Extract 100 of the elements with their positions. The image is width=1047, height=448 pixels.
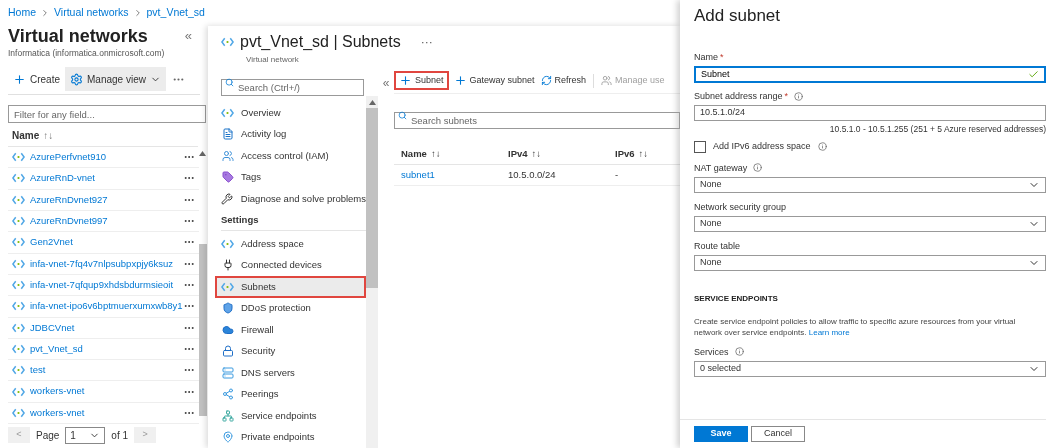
- column-header[interactable]: Name: [12, 128, 40, 143]
- blade-title: pvt_Vnet_sd | Subnets: [240, 32, 401, 52]
- toolbar-button[interactable]: Manage view: [65, 67, 166, 91]
- plus-icon: [399, 74, 412, 87]
- endpoint-icon: [221, 409, 234, 422]
- cloud-icon: [221, 323, 234, 336]
- menu-item[interactable]: Access control (IAM): [215, 145, 366, 167]
- menu-item[interactable]: Address space: [215, 233, 366, 255]
- scroll-up-icon[interactable]: [368, 100, 376, 105]
- vnet-icon: [12, 152, 25, 163]
- filter-field[interactable]: Filter for any field...: [8, 105, 206, 123]
- people-icon: [221, 149, 234, 162]
- menu-item[interactable]: Overview: [215, 102, 366, 124]
- network-link[interactable]: JDBCVnet: [30, 320, 183, 335]
- menu-item[interactable]: Private endpoints: [215, 426, 366, 448]
- required-mark: *: [720, 51, 724, 63]
- network-link[interactable]: AzureRnDvnet927: [30, 192, 183, 207]
- learn-more-link[interactable]: Learn more: [808, 327, 850, 337]
- network-link[interactable]: workers-vnet: [30, 405, 183, 421]
- menu-item[interactable]: Tags: [215, 166, 366, 188]
- vnet-icon: [12, 216, 25, 227]
- breadcrumb-link[interactable]: pvt_Vnet_sd: [146, 5, 205, 21]
- network-link[interactable]: test: [30, 363, 183, 378]
- network-link[interactable]: infa-vnet-7qfqup9xhdsbdurmsieoit: [30, 277, 183, 293]
- address-range-field[interactable]: 10.5.1.0/24: [694, 105, 1046, 121]
- network-link[interactable]: AzureRnDvnet997: [30, 213, 183, 229]
- toolbar-button[interactable]: Refresh: [537, 71, 590, 90]
- menu-item[interactable]: Peerings: [215, 383, 366, 405]
- field-label: Route table: [694, 239, 741, 252]
- field-label: Network security group: [694, 200, 787, 213]
- network-link[interactable]: infa-vnet-ipo6v6bptmuerxumxwb8y1: [30, 299, 183, 314]
- column-header[interactable]: Name: [401, 147, 427, 162]
- address-range-hint: 10.5.1.0 - 10.5.1.255 (251 + 5 Azure reserved addresses): [829, 124, 1046, 135]
- sort-arrows[interactable]: ↑↓: [638, 147, 649, 162]
- toolbar-button[interactable]: Gateway subnet: [450, 71, 538, 90]
- save-button[interactable]: Save: [694, 426, 748, 442]
- plug-icon: [221, 259, 234, 272]
- column-header[interactable]: IPv4: [508, 147, 528, 162]
- scrollbar-thumb[interactable]: [198, 244, 207, 416]
- more-icon[interactable]: ···: [420, 33, 433, 51]
- name-field[interactable]: Subnet: [694, 66, 1046, 83]
- vnet-icon: [12, 322, 25, 333]
- network-link[interactable]: workers-vnet: [30, 384, 183, 399]
- page-select[interactable]: 1: [65, 426, 106, 444]
- info-icon: [794, 91, 804, 101]
- required-mark: *: [784, 90, 789, 102]
- menu-item[interactable]: DNS servers: [215, 362, 366, 384]
- dropdown[interactable]: None: [694, 254, 1046, 271]
- network-link[interactable]: Gen2Vnet: [30, 235, 183, 250]
- checkbox-label: Add IPv6 address space: [713, 140, 811, 153]
- info-icon: [817, 142, 827, 152]
- pin-icon: [221, 431, 234, 444]
- dropdown[interactable]: None: [694, 215, 1046, 232]
- menu-item[interactable]: Firewall: [215, 319, 366, 341]
- menu-item[interactable]: Subnets: [215, 276, 366, 298]
- vnet-icon: [12, 386, 25, 397]
- breadcrumb-link[interactable]: Home: [8, 5, 36, 21]
- toolbar-button[interactable]: Create: [8, 67, 65, 91]
- table-cell-text: -: [615, 167, 620, 182]
- menu-item[interactable]: Service endpoints: [215, 405, 366, 427]
- scrollbar-thumb[interactable]: [366, 108, 378, 288]
- menu-item[interactable]: Activity log: [215, 123, 366, 145]
- menu-item[interactable]: Connected devices: [215, 254, 366, 276]
- collapse-button[interactable]: «: [382, 74, 390, 91]
- network-icon: [221, 238, 234, 249]
- network-icon: [221, 281, 234, 292]
- chevron-icon: [40, 7, 50, 18]
- subnet-link[interactable]: subnet1: [401, 167, 508, 183]
- section-header: SERVICE ENDPOINTS: [694, 292, 779, 305]
- dropdown[interactable]: None: [694, 176, 1046, 193]
- menu-search-field[interactable]: Search (Ctrl+/): [221, 79, 364, 96]
- menu-item[interactable]: Diagnose and solve problems: [215, 188, 366, 210]
- vnet-icon: [12, 301, 25, 312]
- cancel-button[interactable]: Cancel: [751, 426, 805, 442]
- breadcrumb-link[interactable]: Virtual networks: [54, 5, 129, 21]
- network-icon: [221, 107, 234, 118]
- sort-arrows[interactable]: ↑↓: [531, 147, 542, 162]
- sort-arrows[interactable]: ↑↓: [430, 147, 441, 162]
- collapse-button[interactable]: «: [184, 26, 192, 46]
- column-header[interactable]: IPv6: [615, 147, 635, 162]
- blade-title: Virtual networks: [8, 24, 148, 48]
- network-link[interactable]: AzureRnD-vnet: [30, 171, 183, 186]
- refresh-icon: [540, 75, 552, 86]
- peering-icon: [221, 388, 234, 401]
- subnet-search-field[interactable]: Search subnets: [394, 112, 680, 129]
- check-icon: [1028, 69, 1039, 80]
- network-link[interactable]: AzurePerfvnet910: [30, 150, 183, 165]
- menu-item[interactable]: DDoS protection: [215, 297, 366, 319]
- menu-item[interactable]: Security: [215, 340, 366, 362]
- wrench-icon: [221, 192, 234, 205]
- toolbar-button[interactable]: Subnet: [394, 71, 449, 90]
- tag-icon: [221, 171, 234, 184]
- network-link[interactable]: pvt_Vnet_sd: [30, 341, 183, 357]
- scroll-up-icon[interactable]: [199, 151, 207, 156]
- network-link[interactable]: infa-vnet-7fq4v7nlpsubpxpjy6ksuz: [30, 256, 183, 271]
- vnet-icon: [12, 407, 25, 418]
- checkbox[interactable]: [694, 140, 706, 153]
- document-icon: [221, 128, 234, 141]
- dropdown[interactable]: 0 selected: [694, 360, 1046, 377]
- sort-arrows[interactable]: ↑↓: [43, 128, 54, 143]
